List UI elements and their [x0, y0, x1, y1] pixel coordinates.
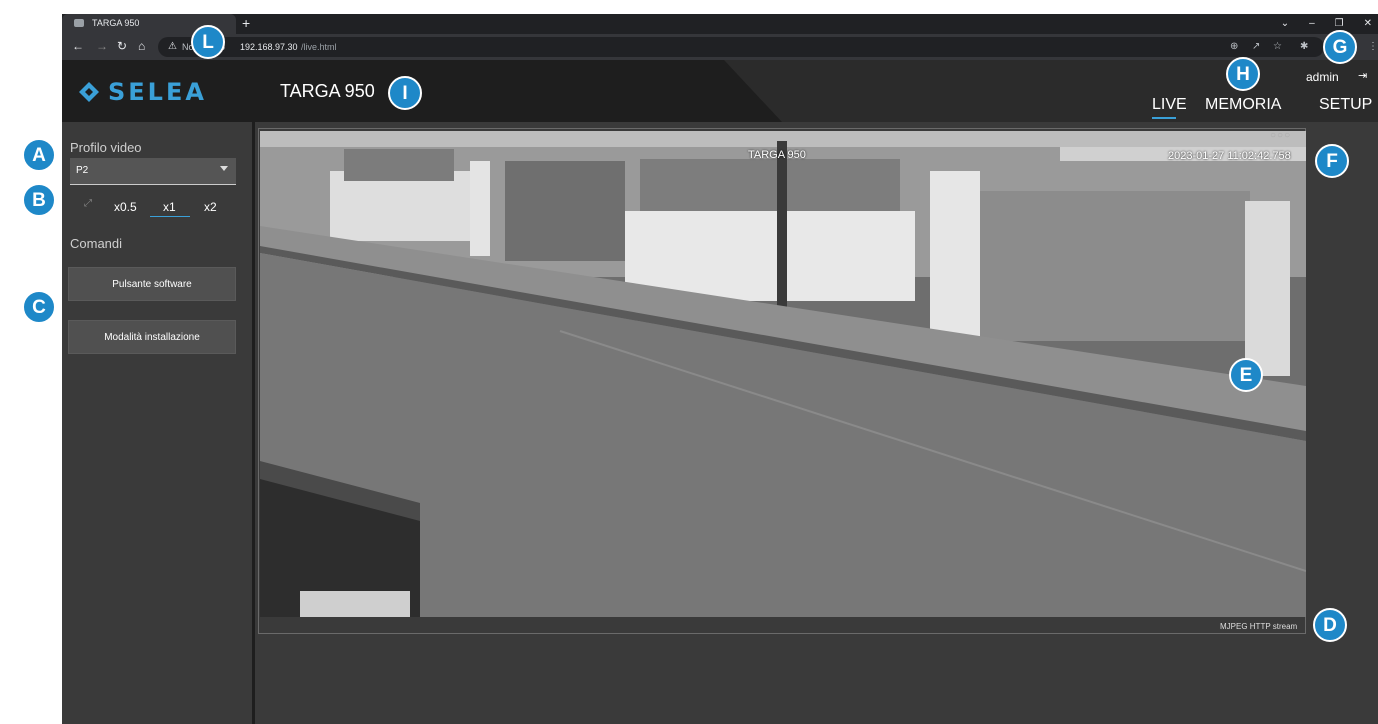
nav-setup[interactable]: SETUP — [1319, 95, 1372, 115]
callout-f: F — [1315, 144, 1349, 178]
callout-b: B — [22, 183, 56, 217]
stream-type-label: MJPEG HTTP stream — [1220, 622, 1298, 631]
zoom-option-2x[interactable]: x2 — [204, 199, 217, 215]
nav-live[interactable]: LIVE — [1152, 95, 1187, 115]
profile-video-select[interactable] — [70, 158, 236, 185]
forward-icon[interactable]: → — [96, 38, 108, 54]
logo-diamond-icon — [79, 82, 99, 102]
sidebar — [62, 122, 252, 724]
restore-icon[interactable]: ❐ — [1335, 18, 1344, 29]
osd-camera-name: TARGA 950 — [748, 149, 806, 161]
callout-c: C — [22, 290, 56, 324]
browser-tab-strip — [62, 14, 1378, 34]
callout-a: A — [22, 138, 56, 172]
warning-icon[interactable]: ⚠ — [168, 39, 177, 55]
browser-menu-icon[interactable]: ⋮ — [1368, 39, 1378, 55]
chevron-down-icon[interactable] — [220, 166, 228, 171]
window-controls: ⌄ – ❐ ✕ — [1281, 14, 1372, 32]
live-video[interactable] — [260, 131, 1306, 617]
zoom-icon[interactable]: ⊕ — [1230, 39, 1238, 55]
callout-d: D — [1313, 608, 1347, 642]
reload-icon[interactable]: ↻ — [117, 38, 127, 54]
extensions-icon[interactable]: ✱ — [1300, 39, 1308, 55]
close-icon[interactable]: ✕ — [1364, 18, 1372, 29]
favicon-icon — [74, 19, 84, 27]
status-indicator-icon: ○○○ — [1270, 130, 1292, 141]
callout-g: G — [1323, 30, 1357, 64]
callout-i: I — [388, 76, 422, 110]
installation-mode-button[interactable]: Modalità installazione — [68, 320, 236, 354]
tab-search-icon[interactable]: ⌄ — [1281, 18, 1289, 29]
device-title: TARGA 950 — [280, 81, 375, 101]
minimize-icon[interactable]: – — [1309, 18, 1315, 29]
url-path[interactable]: /live.html — [301, 40, 337, 54]
commands-label: Comandi — [70, 236, 123, 251]
profile-video-value[interactable]: P2 — [76, 164, 88, 178]
bookmark-star-icon[interactable]: ☆ — [1273, 39, 1282, 55]
browser-tab-title: TARGA 950 — [92, 18, 140, 28]
logout-icon[interactable]: ⇥ — [1358, 68, 1367, 84]
software-button[interactable]: Pulsante software — [68, 267, 236, 301]
nav-memoria[interactable]: MEMORIA — [1205, 95, 1281, 115]
zoom-selected-indicator — [150, 216, 190, 217]
osd-timestamp: 2023-01-27 11:02:42.758 — [1168, 150, 1291, 162]
url-host[interactable]: 192.168.97.30 — [240, 40, 298, 54]
callout-h: H — [1226, 57, 1260, 91]
camera-scene — [260, 131, 1306, 617]
share-icon[interactable]: ↗ — [1252, 39, 1260, 55]
user-name: admin — [1306, 70, 1339, 84]
fullscreen-icon[interactable]: ⤢ — [84, 198, 92, 210]
nav-active-indicator — [1152, 117, 1176, 119]
home-icon[interactable]: ⌂ — [138, 38, 145, 54]
back-icon[interactable]: ← — [72, 38, 84, 54]
callout-l: L — [191, 25, 225, 59]
selea-logo: SELEA — [78, 78, 207, 106]
zoom-option-half[interactable]: x0.5 — [114, 199, 137, 215]
zoom-option-1x[interactable]: x1 — [163, 199, 176, 215]
logo-text: SELEA — [108, 78, 207, 106]
profile-video-label: Profilo video — [70, 140, 142, 155]
new-tab-button[interactable]: + — [242, 14, 250, 32]
callout-e: E — [1229, 358, 1263, 392]
